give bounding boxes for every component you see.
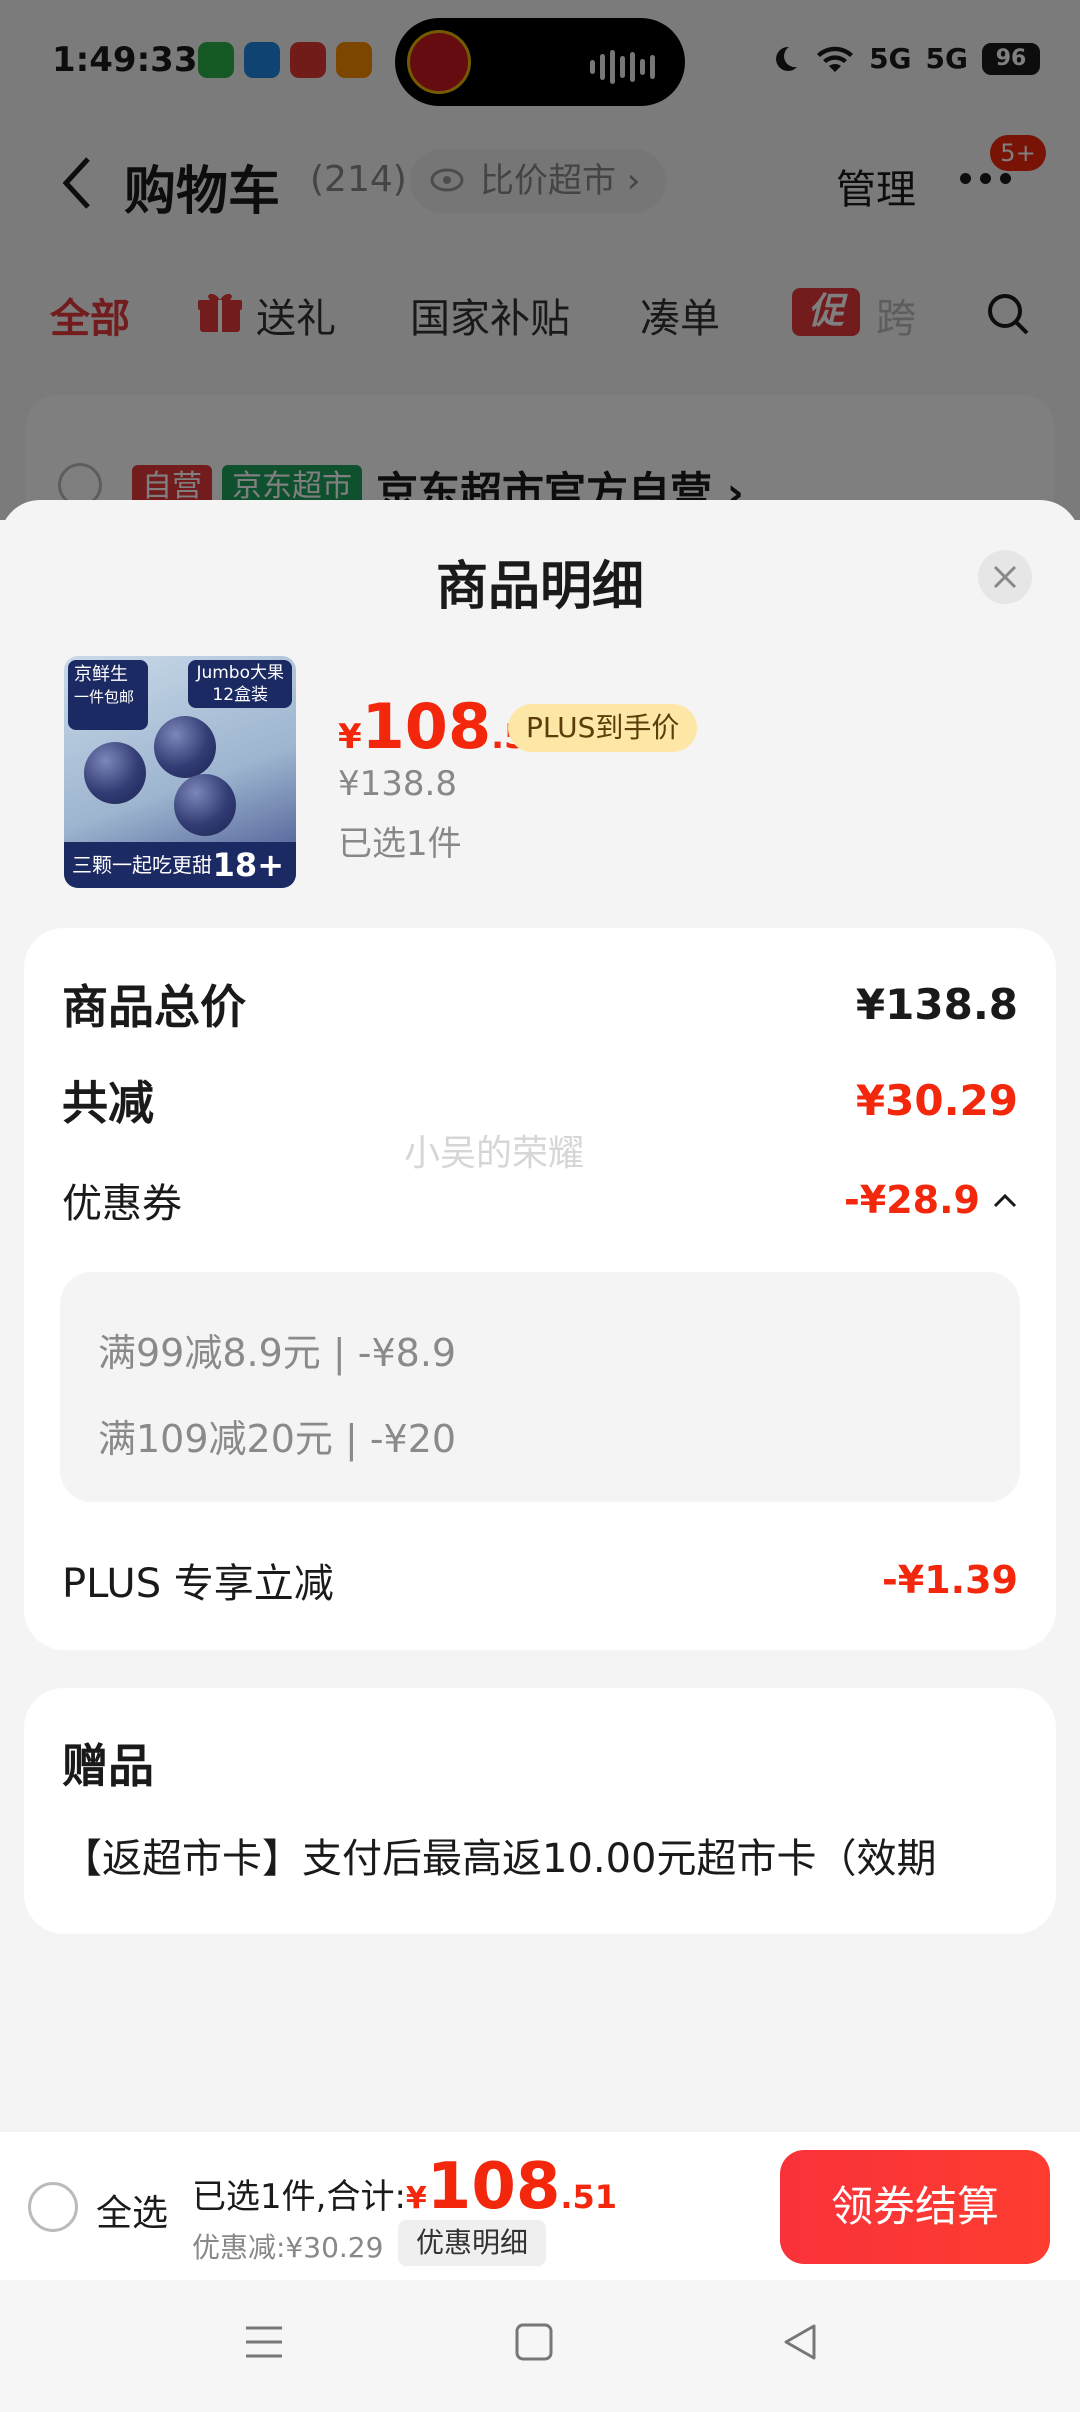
product-detail-sheet: 商品明细 京鲜生 一件包邮 Jumbo大果 12盒装 三颗一起吃更甜 18+ ¥108… xyxy=(0,500,1080,2132)
select-all-radio[interactable] xyxy=(28,2182,78,2232)
modal-overlay[interactable] xyxy=(0,0,1080,520)
original-price: ¥138.8 xyxy=(338,764,457,804)
reduction-row: 共减 ¥30.29 xyxy=(62,1052,1018,1148)
gift-card: 赠品 【返超市卡】支付后最高返10.00元超市卡（效期 xyxy=(24,1688,1056,1934)
sheet-title: 商品明细 xyxy=(435,557,644,617)
product-image[interactable]: 京鲜生 一件包邮 Jumbo大果 12盒装 三颗一起吃更甜 18+ xyxy=(64,656,296,888)
total-price-row: 商品总价 ¥138.8 xyxy=(62,956,1018,1052)
select-all-label[interactable]: 全选 xyxy=(96,2184,168,2236)
plus-discount-label: PLUS 专享立减 xyxy=(62,1561,334,1607)
selected-count: 已选1件 xyxy=(338,824,462,864)
back-icon[interactable] xyxy=(780,2322,820,2362)
close-icon xyxy=(993,565,1017,589)
discount-detail-button[interactable]: 优惠明细 xyxy=(398,2220,547,2266)
total-price: ¥108.51 xyxy=(405,2150,618,2224)
total-label: 已选1件,合计: xyxy=(192,2177,406,2217)
coupon-list: 满99减8.9元 | -¥8.9 满109减20元 | -¥20 xyxy=(60,1272,1020,1502)
coupon-row[interactable]: 优惠券 -¥28.9 xyxy=(62,1158,1018,1242)
plus-price-tag: PLUS到手价 xyxy=(508,704,698,752)
coupon-item: 满109减20元 | -¥20 xyxy=(98,1417,457,1461)
menu-icon[interactable] xyxy=(244,2322,284,2362)
gift-description: 【返超市卡】支付后最高返10.00元超市卡（效期 xyxy=(62,1836,937,1882)
checkout-button[interactable]: 领券结算 xyxy=(780,2150,1050,2264)
image-size-tag: Jumbo大果 12盒装 xyxy=(188,660,292,708)
coupon-item: 满99减8.9元 | -¥8.9 xyxy=(98,1331,457,1375)
plus-discount-value: -¥1.39 xyxy=(882,1558,1018,1602)
total-price-value: ¥138.8 xyxy=(855,979,1018,1029)
blueberry-graphic xyxy=(84,742,146,804)
chevron-up-icon[interactable] xyxy=(992,1191,1018,1209)
system-nav-bar xyxy=(0,2280,1080,2412)
price-summary-card: 小吴的荣耀 商品总价 ¥138.8 共减 ¥30.29 优惠券 -¥28.9 满… xyxy=(24,928,1056,1650)
total-line: 已选1件,合计: ¥108.51 xyxy=(192,2150,617,2224)
gift-title: 赠品 xyxy=(62,1739,154,1793)
discount-amount: 优惠减:¥30.29 xyxy=(192,2231,384,2264)
plus-discount-row: PLUS 专享立减 -¥1.39 xyxy=(62,1538,1018,1622)
total-price-label: 商品总价 xyxy=(62,980,246,1034)
coupon-label: 优惠券 xyxy=(62,1181,182,1227)
image-brand-tag: 京鲜生 一件包邮 xyxy=(68,660,148,730)
checkout-bar: 全选 已选1件,合计: ¥108.51 优惠减:¥30.29 优惠明细 领券结算 xyxy=(0,2132,1080,2280)
reduction-value: ¥30.29 xyxy=(855,1075,1018,1125)
coupon-value: -¥28.9 xyxy=(844,1178,1018,1222)
home-icon[interactable] xyxy=(514,2322,554,2362)
close-button[interactable] xyxy=(978,550,1032,604)
blueberry-graphic xyxy=(174,774,236,836)
image-slogan: 三颗一起吃更甜 18+ xyxy=(64,842,296,888)
blueberry-graphic xyxy=(154,716,216,778)
reduction-label: 共减 xyxy=(62,1076,154,1130)
